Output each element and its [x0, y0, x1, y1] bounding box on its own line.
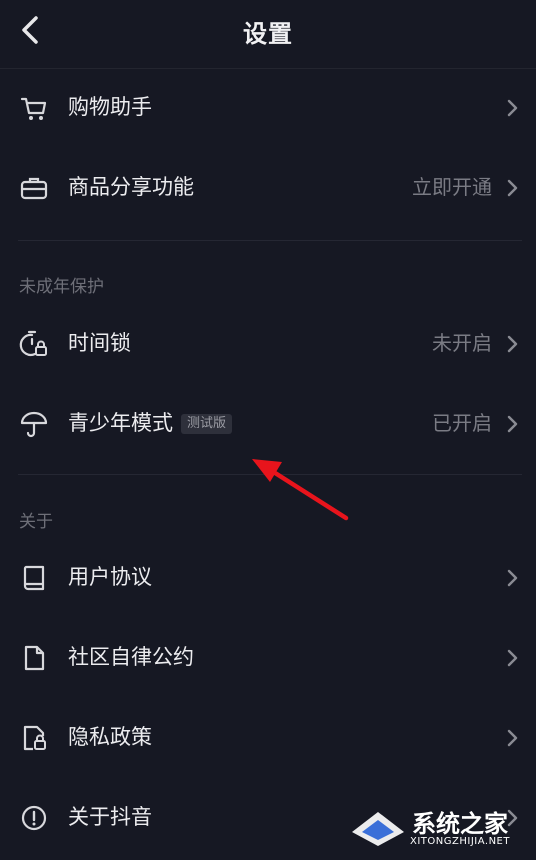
settings-item-label: 青少年模式 测试版: [68, 408, 233, 438]
chevron-right-icon: [507, 335, 518, 353]
settings-item-label: 商品分享功能: [68, 175, 194, 199]
cart-icon: [20, 97, 47, 120]
red-arrow-annotation: [252, 459, 349, 521]
teen-mode-label: 青少年模式: [68, 411, 173, 435]
section-title-about: 关于: [19, 512, 53, 532]
section-divider: [18, 240, 522, 241]
watermark-subtext: XITONGZHIJIA.NET: [410, 836, 510, 847]
chevron-right-icon: [507, 649, 518, 667]
document-icon: [24, 645, 45, 671]
settings-item-value: 已开启: [432, 411, 492, 435]
settings-item-community-guidelines[interactable]: 社区自律公约: [0, 618, 536, 698]
chevron-right-icon: [507, 99, 518, 117]
chevron-right-icon: [507, 179, 518, 197]
settings-item-product-share[interactable]: 商品分享功能 立即开通: [0, 148, 536, 228]
settings-item-time-lock[interactable]: 时间锁 未开启: [0, 304, 536, 384]
watermark-logo-icon: [352, 812, 404, 846]
settings-item-shopping-assistant[interactable]: 购物助手: [0, 68, 536, 148]
nav-header: 设置: [0, 0, 536, 69]
timer-lock-icon: [19, 330, 47, 357]
settings-item-label: 购物助手: [68, 95, 152, 119]
watermark-text: 系统之家: [412, 810, 508, 838]
settings-item-value: 立即开通: [412, 175, 492, 199]
settings-item-label: 关于抖音: [68, 805, 152, 829]
beta-badge: 测试版: [181, 414, 233, 434]
chevron-right-icon: [507, 729, 518, 747]
book-icon: [23, 565, 45, 591]
info-icon: [21, 805, 47, 831]
chevron-right-icon: [507, 569, 518, 587]
settings-item-label: 社区自律公约: [68, 645, 194, 669]
umbrella-icon: [20, 411, 48, 438]
privacy-lock-icon: [23, 725, 46, 751]
settings-item-label: 时间锁: [68, 331, 131, 355]
settings-item-label: 隐私政策: [68, 725, 152, 749]
settings-item-user-agreement[interactable]: 用户协议: [0, 538, 536, 618]
settings-item-value: 未开启: [432, 331, 492, 355]
settings-item-label: 用户协议: [68, 565, 152, 589]
page-title: 设置: [243, 20, 293, 48]
briefcase-icon: [20, 177, 48, 200]
settings-item-privacy-policy[interactable]: 隐私政策: [0, 698, 536, 778]
site-watermark: 系统之家 XITONGZHIJIA.NET: [348, 798, 528, 854]
section-title-minor-protection: 未成年保护: [19, 277, 104, 297]
chevron-right-icon: [507, 415, 518, 433]
